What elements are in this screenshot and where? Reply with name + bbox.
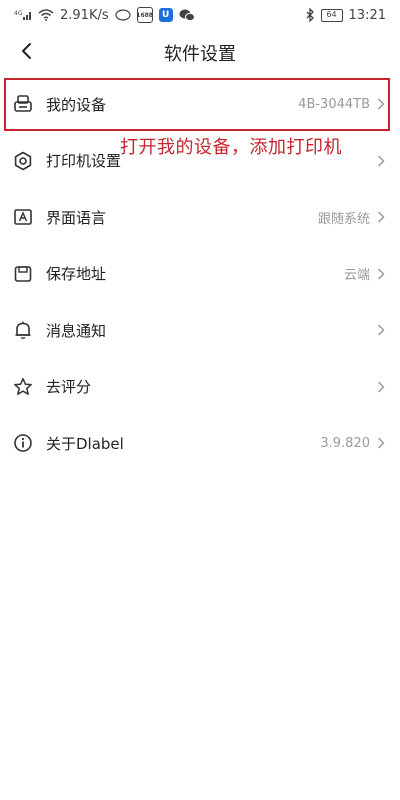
clock: 13:21 xyxy=(348,7,386,23)
hd-badge-icon xyxy=(115,9,131,21)
settings-item-label: 界面语言 xyxy=(46,208,107,227)
status-bar: 4G 2.91K/s 1688 U 64 13:21 xyxy=(0,0,400,30)
version-value: 3.9.820 xyxy=(320,435,370,451)
bell-icon xyxy=(12,319,34,341)
settings-item-save-location[interactable]: 保存地址 云端 xyxy=(0,246,400,303)
storage-icon xyxy=(12,263,34,285)
language-value: 跟随系统 xyxy=(317,211,370,227)
language-icon xyxy=(12,206,34,228)
settings-item-label: 保存地址 xyxy=(46,265,107,284)
chevron-right-icon xyxy=(374,436,388,450)
app-u-icon: U xyxy=(158,8,173,22)
chevron-right-icon xyxy=(374,97,388,111)
save-location-value: 云端 xyxy=(343,268,370,284)
app-badge-icon: 1688 xyxy=(136,7,153,23)
back-button[interactable] xyxy=(10,36,44,70)
status-right: 64 13:21 xyxy=(305,8,386,23)
settings-item-label: 关于Dlabel xyxy=(46,434,124,453)
app-header: 软件设置 xyxy=(0,30,400,76)
settings-item-rate[interactable]: 去评分 xyxy=(0,359,400,416)
wifi-icon xyxy=(38,9,54,21)
cellular-signal-icon: 4G xyxy=(14,9,32,21)
back-arrow-icon xyxy=(20,42,34,64)
settings-item-notifications[interactable]: 消息通知 xyxy=(0,302,400,359)
gear-icon xyxy=(12,150,34,172)
svg-text:4G: 4G xyxy=(14,10,23,17)
settings-item-label: 我的设备 xyxy=(46,95,107,114)
bluetooth-icon xyxy=(305,8,315,22)
settings-item-my-device[interactable]: 我的设备 4B-3044TB xyxy=(0,76,400,133)
settings-item-about[interactable]: 关于Dlabel 3.9.820 xyxy=(0,415,400,472)
settings-item-language[interactable]: 界面语言 跟随系统 xyxy=(0,189,400,246)
settings-list: 我的设备 4B-3044TB 打印机设置 界面语言 跟随系统 保存地址 云端 消… xyxy=(0,76,400,472)
battery-icon: 64 xyxy=(320,8,343,22)
status-left: 4G 2.91K/s 1688 U xyxy=(14,7,195,23)
settings-item-label: 去评分 xyxy=(46,378,92,397)
chevron-right-icon xyxy=(374,267,388,281)
printer-device-icon xyxy=(12,93,34,115)
chevron-right-icon xyxy=(374,380,388,394)
settings-item-label: 打印机设置 xyxy=(46,152,122,171)
wechat-icon xyxy=(179,8,195,22)
chevron-right-icon xyxy=(374,323,388,337)
settings-item-label: 消息通知 xyxy=(46,321,107,340)
device-name-value: 4B-3044TB xyxy=(298,96,370,112)
network-speed: 2.91K/s xyxy=(60,7,109,23)
chevron-right-icon xyxy=(374,210,388,224)
info-icon xyxy=(12,432,34,454)
star-icon xyxy=(12,376,34,398)
settings-item-printer-settings[interactable]: 打印机设置 xyxy=(0,133,400,190)
page-title: 软件设置 xyxy=(164,44,236,65)
chevron-right-icon xyxy=(374,154,388,168)
